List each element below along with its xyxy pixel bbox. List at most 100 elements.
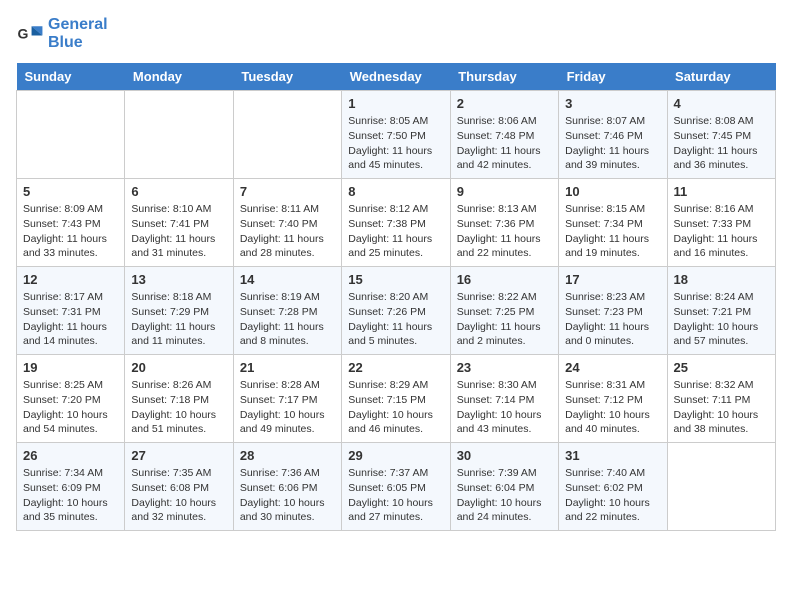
day-number: 10 [565, 184, 660, 199]
cell-details: Sunrise: 8:12 AMSunset: 7:38 PMDaylight:… [348, 202, 443, 261]
day-number: 4 [674, 96, 769, 111]
calendar-cell [17, 91, 125, 179]
calendar-cell: 26Sunrise: 7:34 AMSunset: 6:09 PMDayligh… [17, 443, 125, 531]
weekday-header: Wednesday [342, 63, 450, 91]
weekday-header: Monday [125, 63, 233, 91]
day-number: 31 [565, 448, 660, 463]
cell-details: Sunrise: 8:10 AMSunset: 7:41 PMDaylight:… [131, 202, 226, 261]
cell-details: Sunrise: 8:24 AMSunset: 7:21 PMDaylight:… [674, 290, 769, 349]
day-number: 22 [348, 360, 443, 375]
weekday-header: Thursday [450, 63, 558, 91]
day-number: 14 [240, 272, 335, 287]
cell-details: Sunrise: 8:18 AMSunset: 7:29 PMDaylight:… [131, 290, 226, 349]
cell-details: Sunrise: 8:16 AMSunset: 7:33 PMDaylight:… [674, 202, 769, 261]
cell-details: Sunrise: 8:30 AMSunset: 7:14 PMDaylight:… [457, 378, 552, 437]
calendar-cell: 19Sunrise: 8:25 AMSunset: 7:20 PMDayligh… [17, 355, 125, 443]
calendar-cell: 15 Sunrise: 8:20 AMSunset: 7:26 PMDayligh… [342, 267, 450, 355]
weekday-header: Friday [559, 63, 667, 91]
cell-details: Sunrise: 7:39 AMSunset: 6:04 PMDaylight:… [457, 466, 552, 525]
logo-icon: G [16, 20, 44, 48]
day-number: 18 [674, 272, 769, 287]
cell-details: Sunrise: 8:15 AMSunset: 7:34 PMDaylight:… [565, 202, 660, 261]
weekday-header: Tuesday [233, 63, 341, 91]
cell-details: Sunrise: 8:19 AMSunset: 7:28 PMDaylight:… [240, 290, 335, 349]
logo-text: General Blue [48, 16, 108, 51]
day-number: 2 [457, 96, 552, 111]
calendar-table: SundayMondayTuesdayWednesdayThursdayFrid… [16, 63, 776, 531]
calendar-cell [125, 91, 233, 179]
calendar-cell: 13 Sunrise: 8:18 AMSunset: 7:29 PMDayligh… [125, 267, 233, 355]
cell-details: Sunrise: 8:26 AMSunset: 7:18 PMDaylight:… [131, 378, 226, 437]
calendar-cell: 27 Sunrise: 7:35 AMSunset: 6:08 PMDayligh… [125, 443, 233, 531]
calendar-cell: 23 Sunrise: 8:30 AMSunset: 7:14 PMDayligh… [450, 355, 558, 443]
cell-details: Sunrise: 8:07 AMSunset: 7:46 PMDaylight:… [565, 114, 660, 173]
calendar-cell: 4 Sunrise: 8:08 AMSunset: 7:45 PMDaylight… [667, 91, 775, 179]
day-number: 7 [240, 184, 335, 199]
day-number: 8 [348, 184, 443, 199]
day-number: 16 [457, 272, 552, 287]
cell-details: Sunrise: 8:29 AMSunset: 7:15 PMDaylight:… [348, 378, 443, 437]
calendar-cell: 1 Sunrise: 8:05 AMSunset: 7:50 PMDaylight… [342, 91, 450, 179]
calendar-cell: 8 Sunrise: 8:12 AMSunset: 7:38 PMDaylight… [342, 179, 450, 267]
day-number: 25 [674, 360, 769, 375]
calendar-cell: 24 Sunrise: 8:31 AMSunset: 7:12 PMDayligh… [559, 355, 667, 443]
day-number: 20 [131, 360, 226, 375]
calendar-body: 1 Sunrise: 8:05 AMSunset: 7:50 PMDaylight… [17, 91, 776, 531]
cell-details: Sunrise: 8:22 AMSunset: 7:25 PMDaylight:… [457, 290, 552, 349]
calendar-cell: 17 Sunrise: 8:23 AMSunset: 7:23 PMDayligh… [559, 267, 667, 355]
cell-details: Sunrise: 8:28 AMSunset: 7:17 PMDaylight:… [240, 378, 335, 437]
day-number: 3 [565, 96, 660, 111]
cell-details: Sunrise: 8:17 AMSunset: 7:31 PMDaylight:… [23, 290, 118, 349]
page-header: G General Blue [16, 16, 776, 51]
day-number: 12 [23, 272, 118, 287]
cell-details: Sunrise: 7:34 AMSunset: 6:09 PMDaylight:… [23, 466, 118, 525]
day-number: 30 [457, 448, 552, 463]
day-number: 19 [23, 360, 118, 375]
cell-details: Sunrise: 8:05 AMSunset: 7:50 PMDaylight:… [348, 114, 443, 173]
logo: G General Blue [16, 16, 108, 51]
calendar-cell: 30 Sunrise: 7:39 AMSunset: 6:04 PMDayligh… [450, 443, 558, 531]
cell-details: Sunrise: 8:13 AMSunset: 7:36 PMDaylight:… [457, 202, 552, 261]
day-number: 11 [674, 184, 769, 199]
svg-text:G: G [18, 25, 29, 41]
calendar-cell [667, 443, 775, 531]
calendar-cell: 22 Sunrise: 8:29 AMSunset: 7:15 PMDayligh… [342, 355, 450, 443]
cell-details: Sunrise: 8:11 AMSunset: 7:40 PMDaylight:… [240, 202, 335, 261]
calendar-cell: 25 Sunrise: 8:32 AMSunset: 7:11 PMDayligh… [667, 355, 775, 443]
calendar-cell: 10 Sunrise: 8:15 AMSunset: 7:34 PMDayligh… [559, 179, 667, 267]
calendar-cell: 18 Sunrise: 8:24 AMSunset: 7:21 PMDayligh… [667, 267, 775, 355]
cell-details: Sunrise: 8:31 AMSunset: 7:12 PMDaylight:… [565, 378, 660, 437]
calendar-cell: 20 Sunrise: 8:26 AMSunset: 7:18 PMDayligh… [125, 355, 233, 443]
cell-details: Sunrise: 8:20 AMSunset: 7:26 PMDaylight:… [348, 290, 443, 349]
cell-details: Sunrise: 8:08 AMSunset: 7:45 PMDaylight:… [674, 114, 769, 173]
cell-details: Sunrise: 8:06 AMSunset: 7:48 PMDaylight:… [457, 114, 552, 173]
cell-details: Sunrise: 8:23 AMSunset: 7:23 PMDaylight:… [565, 290, 660, 349]
cell-details: Sunrise: 7:36 AMSunset: 6:06 PMDaylight:… [240, 466, 335, 525]
calendar-cell: 28 Sunrise: 7:36 AMSunset: 6:06 PMDayligh… [233, 443, 341, 531]
calendar-cell: 12 Sunrise: 8:17 AMSunset: 7:31 PMDayligh… [17, 267, 125, 355]
day-number: 9 [457, 184, 552, 199]
day-number: 15 [348, 272, 443, 287]
cell-details: Sunrise: 8:32 AMSunset: 7:11 PMDaylight:… [674, 378, 769, 437]
day-number: 13 [131, 272, 226, 287]
day-number: 17 [565, 272, 660, 287]
calendar-cell: 14 Sunrise: 8:19 AMSunset: 7:28 PMDayligh… [233, 267, 341, 355]
calendar-header: SundayMondayTuesdayWednesdayThursdayFrid… [17, 63, 776, 91]
day-number: 28 [240, 448, 335, 463]
day-number: 1 [348, 96, 443, 111]
calendar-cell: 29Sunrise: 7:37 AMSunset: 6:05 PMDayligh… [342, 443, 450, 531]
day-number: 27 [131, 448, 226, 463]
day-number: 24 [565, 360, 660, 375]
cell-details: Sunrise: 7:35 AMSunset: 6:08 PMDaylight:… [131, 466, 226, 525]
calendar-cell [233, 91, 341, 179]
cell-details: Sunrise: 8:09 AMSunset: 7:43 PMDaylight:… [23, 202, 118, 261]
calendar-cell: 2 Sunrise: 8:06 AMSunset: 7:48 PMDaylight… [450, 91, 558, 179]
calendar-cell: 7 Sunrise: 8:11 AMSunset: 7:40 PMDaylight… [233, 179, 341, 267]
cell-details: Sunrise: 7:40 AMSunset: 6:02 PMDaylight:… [565, 466, 660, 525]
calendar-cell: 11 Sunrise: 8:16 AMSunset: 7:33 PMDayligh… [667, 179, 775, 267]
calendar-cell: 16 Sunrise: 8:22 AMSunset: 7:25 PMDayligh… [450, 267, 558, 355]
calendar-cell: 6Sunrise: 8:10 AMSunset: 7:41 PMDaylight… [125, 179, 233, 267]
calendar-cell: 5Sunrise: 8:09 AMSunset: 7:43 PMDaylight… [17, 179, 125, 267]
calendar-cell: 31 Sunrise: 7:40 AMSunset: 6:02 PMDayligh… [559, 443, 667, 531]
day-number: 23 [457, 360, 552, 375]
